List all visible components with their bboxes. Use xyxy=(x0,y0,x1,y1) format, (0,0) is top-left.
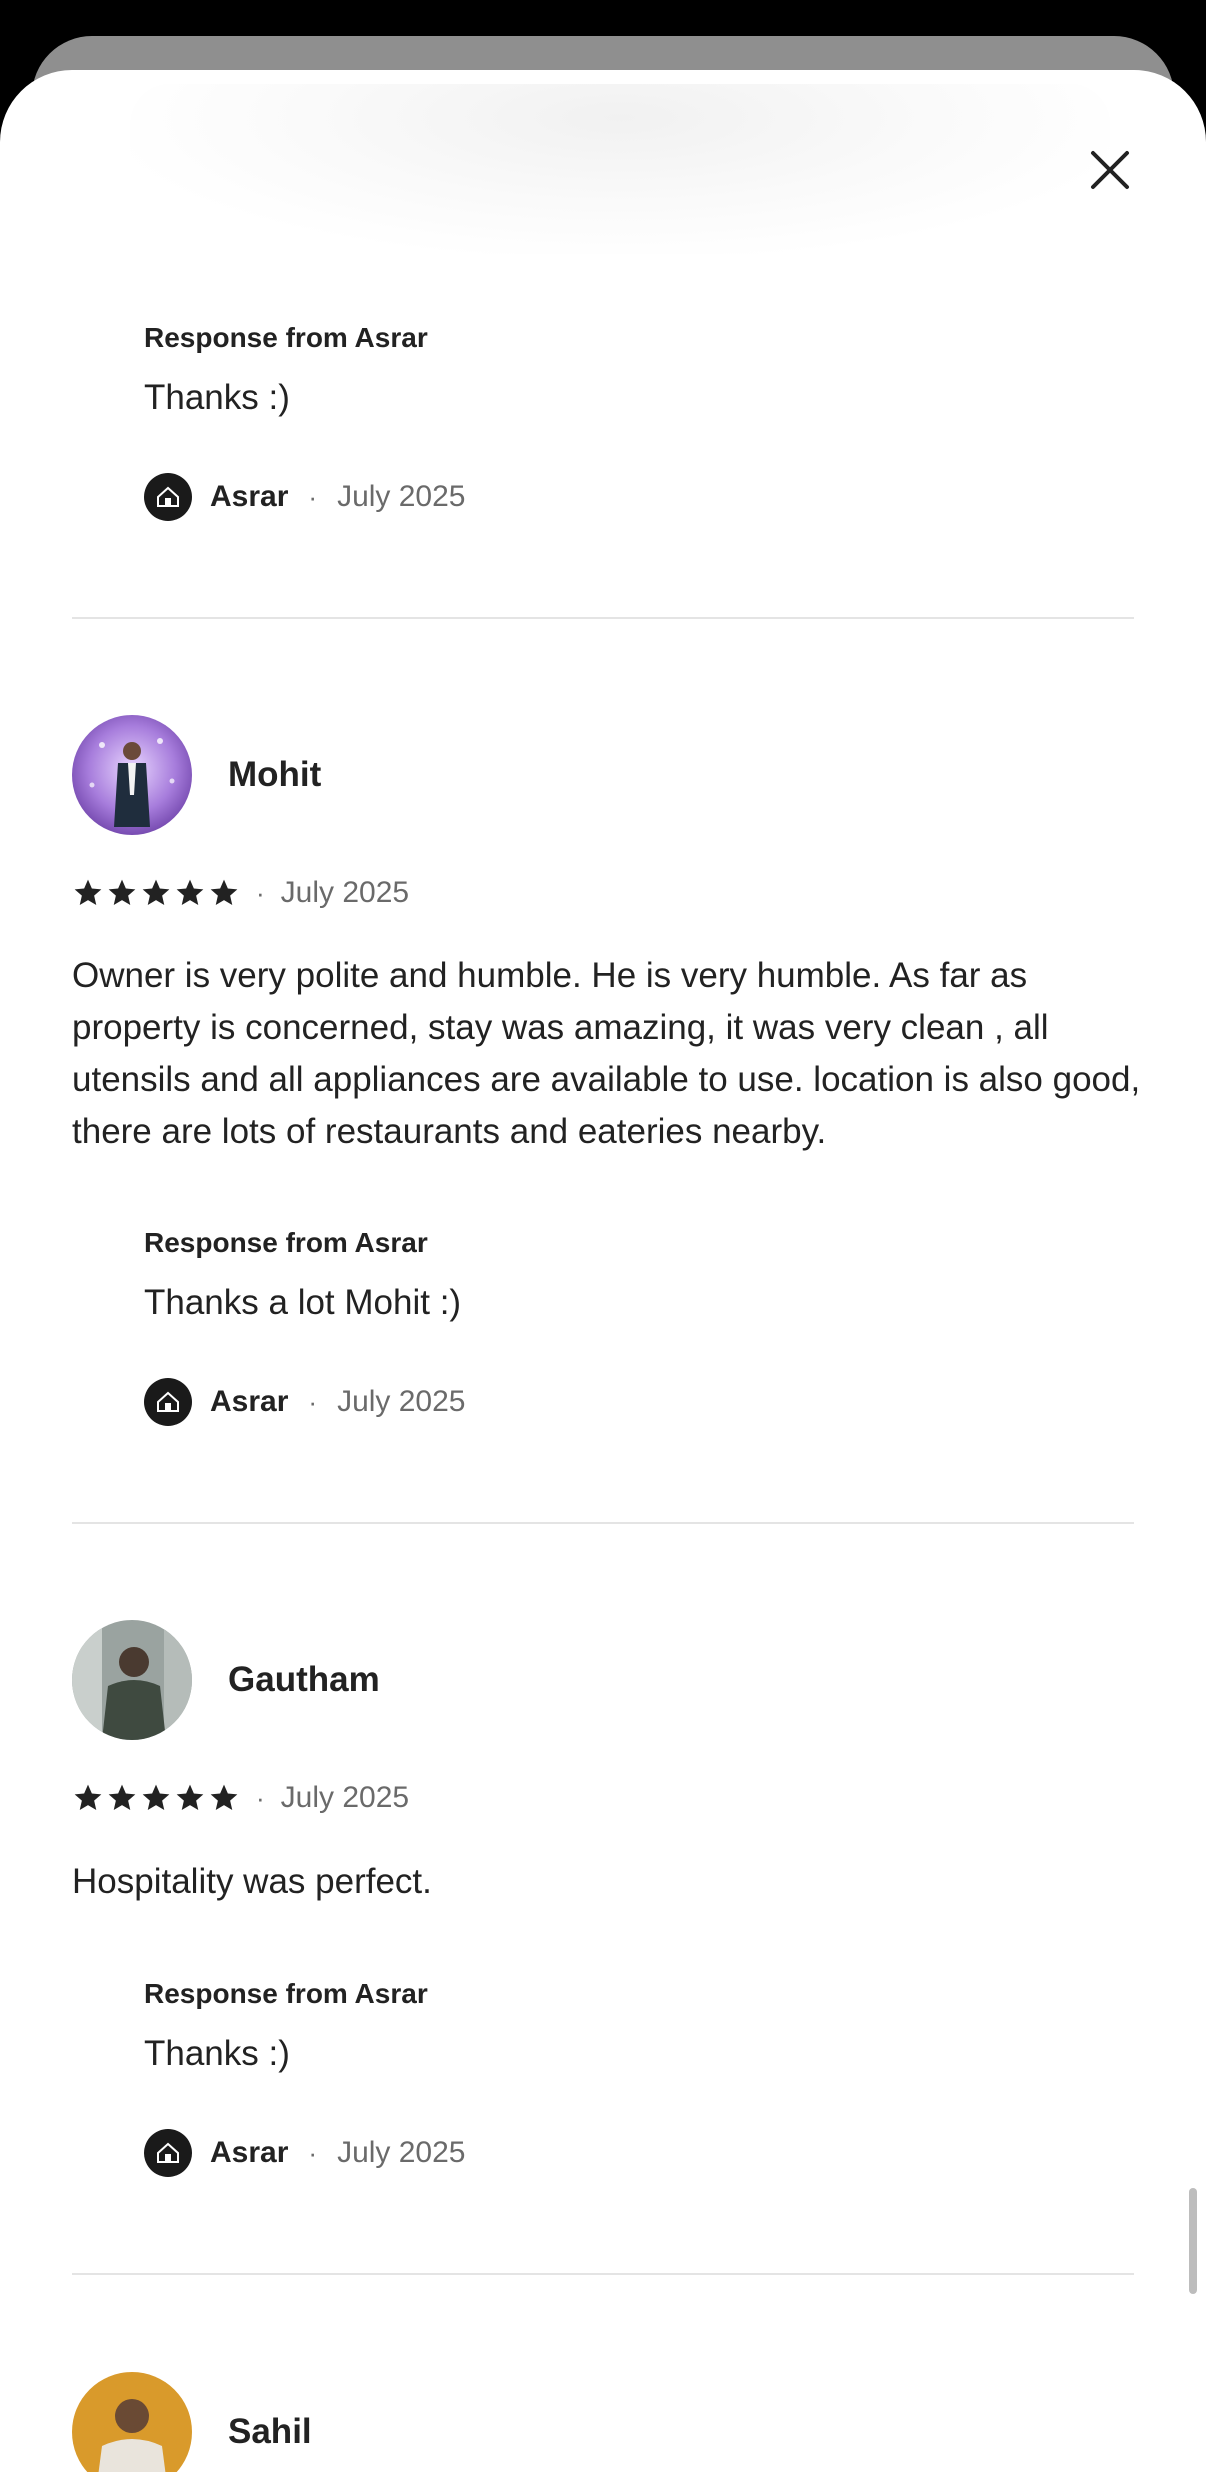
response-date: July 2025 xyxy=(337,2136,466,2169)
home-logo-icon xyxy=(157,1391,179,1412)
response-date: July 2025 xyxy=(337,480,466,513)
home-logo-icon xyxy=(157,486,179,507)
reviewer-header: Gautham xyxy=(72,1620,380,1740)
star-icon xyxy=(142,879,170,905)
response-host-row: Asrar · July 2025 xyxy=(144,472,466,522)
close-icon xyxy=(1091,151,1129,189)
close-button[interactable] xyxy=(1084,144,1136,196)
reviewer-name[interactable]: Sahil xyxy=(228,2412,312,2452)
star-icon xyxy=(142,1784,170,1810)
response-date: July 2025 xyxy=(337,1385,466,1418)
avatar[interactable] xyxy=(72,1620,192,1740)
host-name: Asrar xyxy=(210,480,289,513)
star-rating xyxy=(72,1782,240,1814)
reviewer-header: Mohit xyxy=(72,715,321,835)
separator-dot: · xyxy=(308,2137,318,2168)
star-icon xyxy=(210,879,238,905)
response-title: Response from Asrar xyxy=(144,1978,428,2009)
reviewer-header: Sahil xyxy=(72,2372,312,2472)
separator-dot: · xyxy=(308,1386,318,1417)
response-text: Thanks :) xyxy=(144,378,290,417)
response-text: Thanks a lot Mohit :) xyxy=(144,1283,462,1322)
star-icon xyxy=(108,1784,136,1810)
avatar[interactable] xyxy=(72,2372,192,2472)
review-text: Hospitality was perfect. xyxy=(72,1862,432,1901)
host-name: Asrar xyxy=(210,2136,289,2169)
star-icon xyxy=(74,879,102,905)
response-title: Response from Asrar xyxy=(144,322,428,353)
star-icon xyxy=(176,1784,204,1810)
reviewer-name[interactable]: Mohit xyxy=(228,755,321,795)
review-text: Owner is very polite and humble. He is v… xyxy=(72,956,1141,1151)
star-icon xyxy=(74,1784,102,1810)
rating-row: · July 2025 xyxy=(72,873,409,913)
divider xyxy=(72,2273,1134,2275)
separator-dot: · xyxy=(256,1782,265,1813)
divider xyxy=(72,1522,1134,1524)
star-icon xyxy=(108,879,136,905)
scrollbar[interactable] xyxy=(1189,2188,1197,2294)
response-text: Thanks :) xyxy=(144,2034,290,2073)
rating-row: · July 2025 xyxy=(72,1778,409,1818)
avatar[interactable] xyxy=(72,715,192,835)
divider xyxy=(72,617,1134,619)
host-avatar[interactable] xyxy=(144,2129,192,2177)
review-date: July 2025 xyxy=(280,876,410,909)
home-logo-icon xyxy=(157,2142,179,2163)
response-title: Response from Asrar xyxy=(144,1227,428,1258)
response-host-row: Asrar · July 2025 xyxy=(144,2128,466,2178)
header-blur xyxy=(130,84,1110,254)
host-name: Asrar xyxy=(210,1385,289,1418)
host-avatar[interactable] xyxy=(144,473,192,521)
response-host-row: Asrar · July 2025 xyxy=(144,1377,466,1427)
reviewer-name[interactable]: Gautham xyxy=(228,1660,380,1700)
review-date: July 2025 xyxy=(280,1781,410,1814)
separator-dot: · xyxy=(308,481,318,512)
host-avatar[interactable] xyxy=(144,1378,192,1426)
reviews-modal: Response from Asrar Thanks :) Asrar · Ju… xyxy=(0,70,1206,2472)
star-icon xyxy=(210,1784,238,1810)
star-rating xyxy=(72,877,240,909)
star-icon xyxy=(176,879,204,905)
separator-dot: · xyxy=(256,877,265,908)
